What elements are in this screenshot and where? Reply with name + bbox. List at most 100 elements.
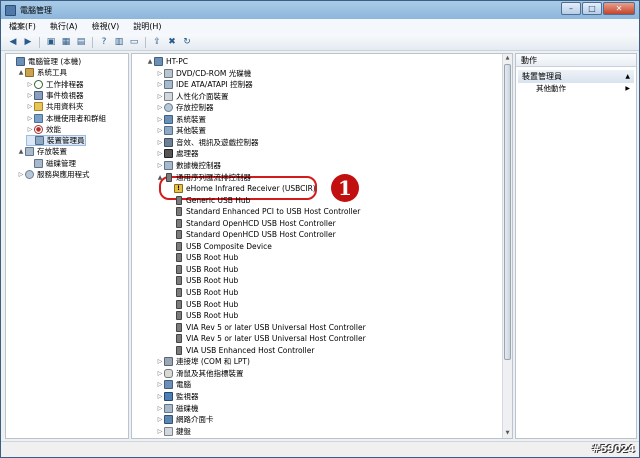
console-tree-item[interactable]: ▲ 系統工具 xyxy=(17,67,67,78)
console-tree-item[interactable]: 電腦管理 (本機) xyxy=(8,56,81,67)
device-tree-item[interactable]: ▷ 監視器 xyxy=(156,391,199,402)
show-tree-icon[interactable]: ▦ xyxy=(60,36,72,48)
minimize-button[interactable]: – xyxy=(561,2,581,15)
device-tree-item[interactable]: VIA Rev 5 or later USB Universal Host Co… xyxy=(166,333,366,344)
device-tree-item[interactable]: ▷ 系統裝置 xyxy=(156,114,206,125)
help-icon[interactable]: ? xyxy=(98,36,110,48)
device-tree-item[interactable]: USB Composite Device xyxy=(166,241,272,252)
console-tree-item[interactable]: ▷ 服務與應用程式 xyxy=(17,169,90,180)
device-tree-item[interactable]: ! eHome Infrared Receiver (USBCIR) xyxy=(166,183,316,194)
actions-group-device-manager[interactable]: 裝置管理員 ▲ xyxy=(518,70,634,83)
collapsed-arrow-icon[interactable]: ▷ xyxy=(156,127,164,134)
device-tree-scrollbar[interactable]: ▲ ▼ xyxy=(502,54,512,438)
device-tree-item[interactable]: VIA USB Enhanced Host Controller xyxy=(166,345,314,356)
console-tree-item[interactable]: ▷ 事件檢視器 xyxy=(26,90,84,101)
device-tree-item[interactable]: ▷顯示卡 xyxy=(156,437,199,438)
properties-icon[interactable]: ▤ xyxy=(75,36,87,48)
collapsed-arrow-icon[interactable]: ▷ xyxy=(156,81,164,88)
device-tree-item[interactable]: Standard OpenHCD USB Host Controller xyxy=(166,229,336,240)
device-tree-item[interactable]: Standard OpenHCD USB Host Controller xyxy=(166,218,336,229)
scan-hardware-icon[interactable]: ↻ xyxy=(181,36,193,48)
collapsed-arrow-icon[interactable]: ▷ xyxy=(26,92,34,99)
collapsed-arrow-icon[interactable]: ▷ xyxy=(156,104,164,111)
device-tree-item[interactable]: Standard Enhanced PCI to USB Host Contro… xyxy=(166,206,360,217)
action-pane-icon[interactable]: ▥ xyxy=(113,36,125,48)
collapse-up-icon[interactable]: ▲ xyxy=(625,70,630,83)
device-tree-item[interactable]: ▷ 數據機控制器 xyxy=(156,160,221,171)
expanded-arrow-icon[interactable]: ▲ xyxy=(156,174,164,181)
collapsed-arrow-icon[interactable]: ▷ xyxy=(156,116,164,123)
device-tree-item[interactable]: ▷ 其他裝置 xyxy=(156,125,206,136)
uninstall-icon[interactable]: ✖ xyxy=(166,36,178,48)
scroll-thumb[interactable] xyxy=(504,64,511,360)
device-tree-item[interactable]: VIA Rev 5 or later USB Universal Host Co… xyxy=(166,322,366,333)
device-tree-item[interactable]: ▷ 存放控制器 xyxy=(156,102,214,113)
more-actions-item[interactable]: 其他動作 ▶ xyxy=(516,83,636,95)
device-tree-item[interactable]: ▷ 處理器 xyxy=(156,148,199,159)
scroll-up-icon[interactable]: ▲ xyxy=(503,54,512,63)
device-tree-item[interactable]: USB Root Hub xyxy=(166,310,238,321)
device-tree-item[interactable]: ▷ 鍵盤 xyxy=(156,426,191,437)
collapsed-arrow-icon[interactable]: ▷ xyxy=(26,81,34,88)
users-icon xyxy=(34,113,43,123)
collapsed-arrow-icon[interactable]: ▷ xyxy=(156,381,164,388)
device-tree-item[interactable]: ▲ HT-PC xyxy=(146,56,188,67)
collapsed-arrow-icon[interactable]: ▷ xyxy=(26,126,34,133)
device-tree-item[interactable]: Generic USB Hub xyxy=(166,195,250,206)
collapsed-arrow-icon[interactable]: ▷ xyxy=(17,171,25,178)
console-tree-item[interactable]: ▷ 本機使用者和群組 xyxy=(26,113,106,124)
menu-help[interactable]: 說明(H) xyxy=(133,21,161,32)
collapsed-arrow-icon[interactable]: ▷ xyxy=(156,358,164,365)
console-tree-item[interactable]: 磁碟管理 xyxy=(26,158,76,169)
device-tree-item[interactable]: USB Root Hub xyxy=(166,264,238,275)
collapsed-arrow-icon[interactable]: ▷ xyxy=(156,70,164,77)
collapsed-arrow-icon[interactable]: ▷ xyxy=(156,416,164,423)
device-tree-item[interactable]: ▷ 人性化介面裝置 xyxy=(156,91,229,102)
device-tree-item[interactable]: ▷ 磁碟機 xyxy=(156,403,199,414)
collapsed-arrow-icon[interactable]: ▷ xyxy=(156,393,164,400)
maximize-button[interactable]: □ xyxy=(582,2,602,15)
update-driver-icon[interactable]: ⇪ xyxy=(151,36,163,48)
expanded-arrow-icon[interactable]: ▲ xyxy=(146,58,154,65)
menu-view[interactable]: 檢視(V) xyxy=(92,21,120,32)
device-tree-item[interactable]: ▲ 通用序列匯流排控制器 xyxy=(156,172,251,183)
device-tree-item[interactable]: ▷ 連接埠 (COM 和 LPT) xyxy=(156,356,250,367)
console-tree-label: 服務與應用程式 xyxy=(37,170,90,179)
collapsed-arrow-icon[interactable]: ▷ xyxy=(26,103,34,110)
expanded-arrow-icon[interactable]: ▲ xyxy=(17,148,25,155)
expanded-arrow-icon[interactable]: ▲ xyxy=(17,69,25,76)
menu-file[interactable]: 檔案(F) xyxy=(9,21,36,32)
forward-arrow-icon[interactable]: ▶ xyxy=(22,36,34,48)
collapsed-arrow-icon[interactable]: ▷ xyxy=(156,370,164,377)
device-tree-item[interactable]: ▷ 音效、視訊及遊戲控制器 xyxy=(156,137,259,148)
menu-action[interactable]: 執行(A) xyxy=(50,21,78,32)
collapsed-arrow-icon[interactable]: ▷ xyxy=(156,150,164,157)
device-tree-item[interactable]: USB Root Hub xyxy=(166,287,238,298)
device-tree-item[interactable]: ▷ IDE ATA/ATAPI 控制器 xyxy=(156,79,253,90)
console-tree-item[interactable]: ▷ 工作排程器 xyxy=(26,79,84,90)
back-arrow-icon[interactable]: ◀ xyxy=(7,36,19,48)
console-tree-item[interactable]: 裝置管理員 xyxy=(26,135,86,147)
close-button[interactable]: ✕ xyxy=(603,2,635,15)
up-folder-icon[interactable]: ▣ xyxy=(45,36,57,48)
log-icon xyxy=(34,90,43,100)
scroll-down-icon[interactable]: ▼ xyxy=(503,429,512,438)
device-tree-item[interactable]: ▷ 網路介面卡 xyxy=(156,414,214,425)
device-tree-item[interactable]: ▷ 滑鼠及其他指標裝置 xyxy=(156,368,244,379)
console-tree-label: 磁碟管理 xyxy=(46,158,76,168)
device-tree-item[interactable]: USB Root Hub xyxy=(166,252,238,263)
device-tree-item[interactable]: USB Root Hub xyxy=(166,299,238,310)
collapsed-arrow-icon[interactable]: ▷ xyxy=(156,139,164,146)
device-tree-item[interactable]: ▷ 電腦 xyxy=(156,379,191,390)
collapsed-arrow-icon[interactable]: ▷ xyxy=(26,115,34,122)
console-tree-item[interactable]: ▷ ● 效能 xyxy=(26,124,61,135)
console-tree-item[interactable]: ▲ 存放裝置 xyxy=(17,146,67,157)
collapsed-arrow-icon[interactable]: ▷ xyxy=(156,405,164,412)
device-tree-item[interactable]: USB Root Hub xyxy=(166,275,238,286)
device-tree-item[interactable]: ▷ DVD/CD-ROM 光碟機 xyxy=(156,68,251,79)
console-tree-item[interactable]: ▷ 共用資料夾 xyxy=(26,101,84,112)
collapsed-arrow-icon[interactable]: ▷ xyxy=(156,93,164,100)
collapsed-arrow-icon[interactable]: ▷ xyxy=(156,428,164,435)
monitor-icon[interactable]: ▭ xyxy=(128,36,140,48)
collapsed-arrow-icon[interactable]: ▷ xyxy=(156,162,164,169)
